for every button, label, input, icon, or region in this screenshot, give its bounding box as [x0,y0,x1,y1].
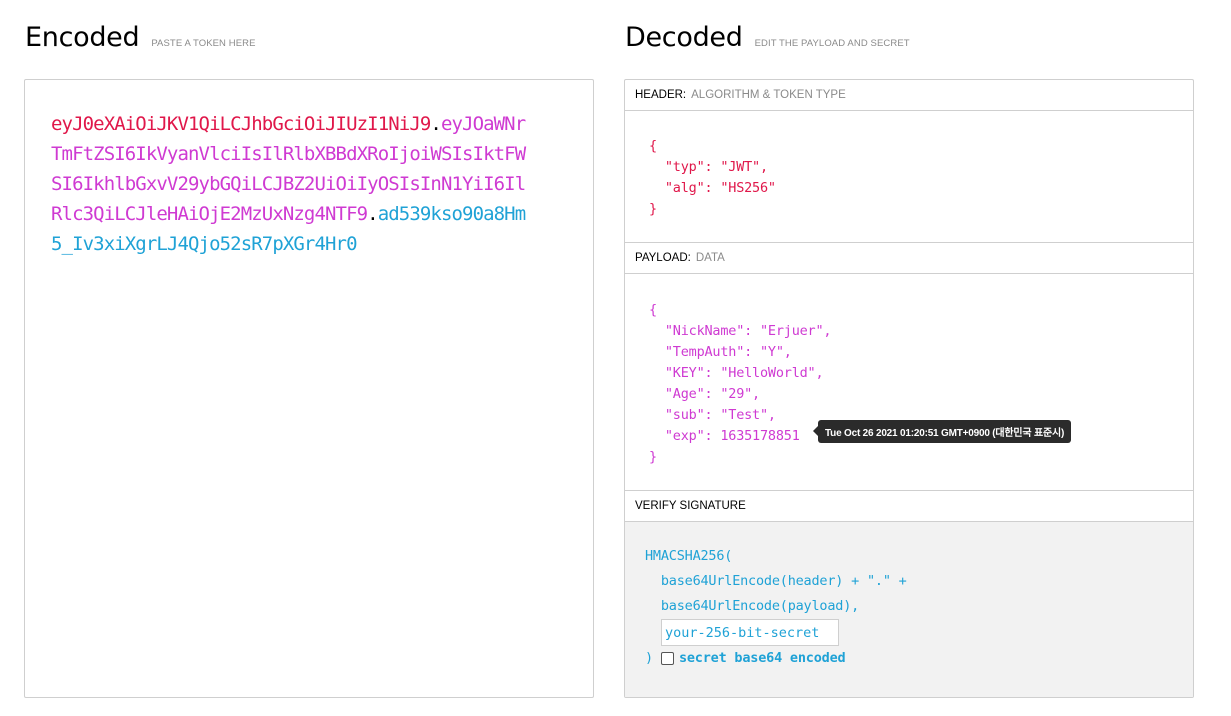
token-dot: . [430,113,441,135]
exp-date-tooltip: Tue Oct 26 2021 01:20:51 GMT+0900 (대한민국 … [812,420,1072,443]
verify-section-bar: VERIFY SIGNATURE [625,491,1193,522]
decoded-panel: HEADER: ALGORITHM & TOKEN TYPE { "typ": … [624,79,1194,698]
closing-paren: ) [645,650,653,666]
secret-row [645,619,1193,646]
base64-row: ) secret base64 encoded [645,646,1193,671]
verify-line-2: base64UrlEncode(header) + "." + [645,573,907,589]
decoded-title: Decoded [625,22,743,53]
verify-signature-pane: HMACSHA256( base64UrlEncode(header) + ".… [625,522,1193,697]
token-dot: . [367,203,378,225]
encoded-heading: Encoded PASTE A TOKEN HERE [25,22,256,53]
verify-line-1: HMACSHA256( [645,548,733,564]
token-text[interactable]: eyJ0eXAiOiJKV1QiLCJhbGciOiJIUzI1NiJ9.eyJ… [51,109,531,259]
base64-checkbox-label[interactable]: secret base64 encoded [679,646,846,671]
verify-line-3: base64UrlEncode(payload), [645,598,860,614]
payload-label: PAYLOAD: [635,252,691,264]
encoded-title: Encoded [25,22,140,53]
payload-hint: DATA [695,252,725,264]
encoded-token-editor[interactable]: eyJ0eXAiOiJKV1QiLCJhbGciOiJIUzI1NiJ9.eyJ… [24,79,594,698]
decoded-heading: Decoded EDIT THE PAYLOAD AND SECRET [625,22,910,53]
decoded-subtitle: EDIT THE PAYLOAD AND SECRET [754,38,910,49]
verify-label: VERIFY SIGNATURE [635,500,746,512]
header-hint: ALGORITHM & TOKEN TYPE [691,89,846,101]
header-section-bar: HEADER: ALGORITHM & TOKEN TYPE [625,80,1193,111]
header-editor[interactable]: { "typ": "JWT", "alg": "HS256" } [625,111,1193,243]
encoded-subtitle: PASTE A TOKEN HERE [151,38,256,49]
token-header-part: eyJ0eXAiOiJKV1QiLCJhbGciOiJIUzI1NiJ9 [51,113,431,135]
secret-input[interactable] [661,619,839,646]
header-json[interactable]: { "typ": "JWT", "alg": "HS256" } [649,136,1193,220]
payload-editor[interactable]: { "NickName": "Erjuer", "TempAuth": "Y",… [625,274,1193,491]
header-label: HEADER: [635,89,687,101]
payload-section-bar: PAYLOAD: DATA [625,243,1193,274]
base64-checkbox[interactable] [660,652,674,665]
